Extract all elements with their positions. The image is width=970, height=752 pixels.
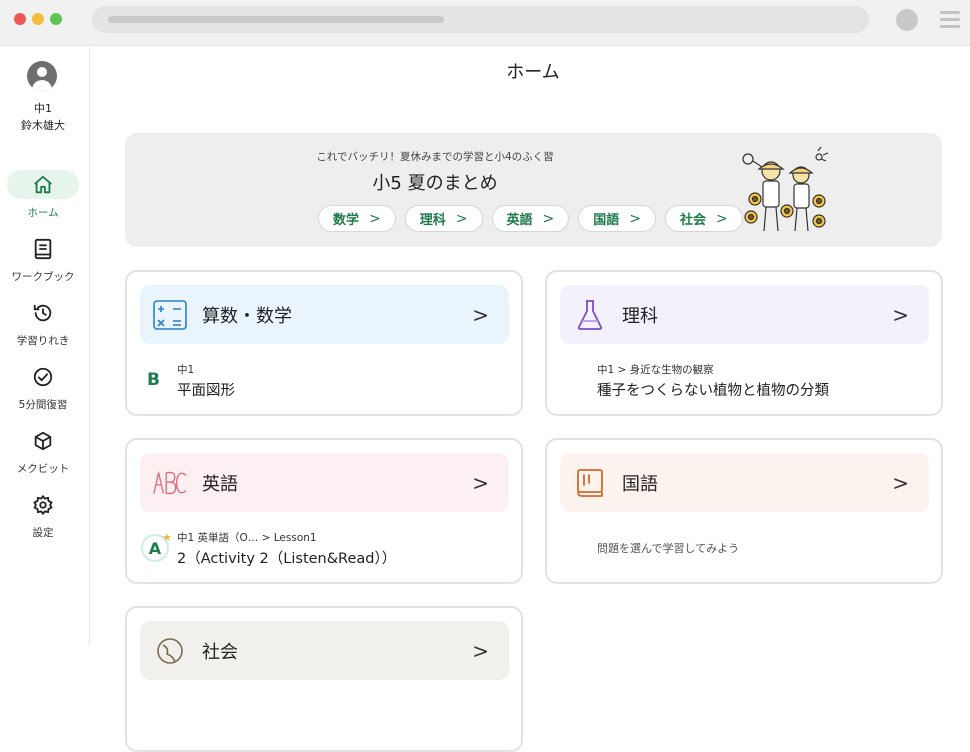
- chevron-right-icon: >: [716, 210, 728, 227]
- pill-english-label: 英語: [506, 213, 533, 228]
- card-meta-english: 中1 英単語（O… > Lesson1: [177, 532, 317, 544]
- minimize-window-button[interactable]: [32, 13, 44, 25]
- workbook-icon: [7, 234, 79, 263]
- star-icon: ★: [162, 531, 172, 544]
- nav-label-review: 5分間復習: [18, 399, 68, 411]
- math-symbols-icon: [152, 297, 188, 333]
- user-avatar-icon[interactable]: [27, 61, 57, 91]
- pill-japanese-label: 国語: [593, 213, 620, 228]
- pill-japanese[interactable]: 国語 >: [578, 205, 656, 232]
- card-hint-japanese: 問題を選んで学習してみよう: [597, 542, 740, 555]
- level-badge-a: A ★: [141, 531, 172, 562]
- user-grade: 中1: [34, 102, 52, 115]
- user-name: 鈴木雄大: [21, 119, 65, 132]
- card-lesson-math[interactable]: 平面図形: [177, 379, 235, 400]
- flask-icon: [572, 297, 608, 333]
- nav-item-settings[interactable]: 設定: [0, 490, 86, 540]
- pill-english[interactable]: 英語 >: [491, 205, 570, 232]
- banner-title: 小5 夏のまとめ: [372, 173, 498, 194]
- card-title-science: 理科: [622, 305, 658, 327]
- card-header-japanese[interactable]: 国語 >: [560, 453, 929, 512]
- card-header-math[interactable]: 算数・数学 >: [140, 285, 509, 344]
- card-header-social[interactable]: 社会 >: [140, 621, 509, 680]
- nav-item-workbook[interactable]: ワークブック: [0, 234, 86, 284]
- chevron-right-icon: >: [472, 302, 489, 327]
- sidebar: 中1 鈴木雄大 ホーム ワークブック 学習りれき 5分間復習 メクビット 設定: [0, 47, 90, 645]
- nav-label-mecbit: メクビット: [16, 463, 70, 475]
- card-title-english: 英語: [202, 473, 238, 495]
- cube-icon: [7, 426, 79, 455]
- profile-icon[interactable]: [896, 9, 918, 31]
- nav-item-history[interactable]: 学習りれき: [0, 298, 86, 348]
- book-icon: [572, 465, 608, 501]
- home-icon: [7, 170, 79, 199]
- banner-subtitle: これでバッチリ！夏休みまでの学習と小4のふく習: [316, 151, 554, 163]
- chevron-right-icon: >: [892, 470, 909, 495]
- pill-science[interactable]: 理科 >: [404, 205, 483, 232]
- nav-label-history: 学習りれき: [16, 335, 70, 347]
- level-badge-a-label: A: [148, 538, 162, 558]
- maximize-window-button[interactable]: [50, 13, 62, 25]
- globe-icon: [152, 633, 188, 669]
- pill-social-label: 社会: [680, 213, 707, 228]
- chevron-right-icon: >: [455, 210, 468, 227]
- close-window-button[interactable]: [14, 13, 26, 25]
- chevron-right-icon: >: [892, 302, 909, 327]
- card-title-japanese: 国語: [622, 473, 658, 495]
- history-icon: [7, 298, 79, 327]
- subject-card-english[interactable]: 英語 > A ★ 中1 英単語（O… > Lesson1 2（Activity …: [125, 438, 523, 584]
- nav-label-workbook: ワークブック: [11, 271, 75, 283]
- card-meta-math: 中1: [177, 364, 195, 376]
- pill-math-label: 数学: [333, 213, 360, 228]
- card-header-english[interactable]: 英語 >: [140, 453, 509, 512]
- nav-label-home: ホーム: [27, 207, 59, 219]
- check-circle-icon: [7, 362, 79, 391]
- chevron-right-icon: >: [472, 470, 489, 495]
- gear-icon: [7, 490, 79, 519]
- chevron-right-icon: >: [542, 210, 555, 227]
- address-bar-placeholder: [108, 16, 444, 23]
- subject-card-science[interactable]: 理科 > 中1 > 身近な生物の観察 種子をつくらない植物と植物の分類: [545, 270, 943, 416]
- nav-label-settings: 設定: [32, 527, 54, 539]
- nav-item-home[interactable]: ホーム: [0, 170, 86, 220]
- subject-pill-group: 数学 > 理科 > 英語 > 国語 > 社会 >: [318, 205, 743, 232]
- browser-menu-icon[interactable]: [940, 11, 960, 29]
- level-badge-b: B: [147, 370, 160, 390]
- card-lesson-science[interactable]: 種子をつくらない植物と植物の分類: [597, 379, 829, 400]
- abc-icon: [152, 465, 188, 501]
- page-title: ホーム: [506, 62, 560, 83]
- pill-social[interactable]: 社会 >: [665, 205, 743, 232]
- subject-card-social[interactable]: 社会 >: [125, 606, 523, 752]
- pill-math[interactable]: 数学 >: [318, 205, 396, 232]
- card-title-social: 社会: [202, 641, 238, 663]
- pill-science-label: 理科: [419, 213, 446, 228]
- card-lesson-english[interactable]: 2（Activity 2（Listen&Read））: [177, 547, 396, 568]
- address-bar[interactable]: [92, 6, 869, 33]
- nav-item-review[interactable]: 5分間復習: [0, 362, 86, 412]
- chevron-right-icon: >: [472, 638, 489, 663]
- chevron-right-icon: >: [629, 210, 641, 227]
- subject-card-japanese[interactable]: 国語 > 問題を選んで学習してみよう: [545, 438, 943, 584]
- card-meta-science: 中1 > 身近な生物の観察: [597, 364, 714, 376]
- card-header-science[interactable]: 理科 >: [560, 285, 929, 344]
- subject-card-math[interactable]: 算数・数学 > B 中1 平面図形: [125, 270, 523, 416]
- browser-chrome: [0, 0, 970, 46]
- summer-review-banner[interactable]: これでバッチリ！夏休みまでの学習と小4のふく習 小5 夏のまとめ 数学 > 理科 >…: [125, 133, 942, 247]
- nav-item-mecbit[interactable]: メクビット: [0, 426, 86, 476]
- kids-sunflower-illustration: [742, 146, 829, 232]
- card-title-math: 算数・数学: [202, 305, 292, 327]
- chevron-right-icon: >: [369, 210, 381, 227]
